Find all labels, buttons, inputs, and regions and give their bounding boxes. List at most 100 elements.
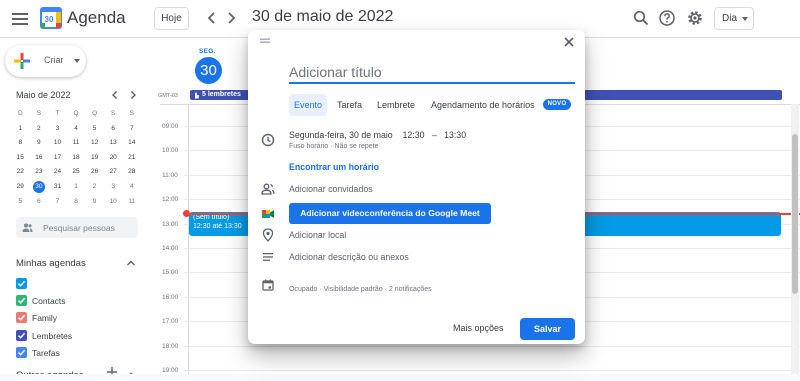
date-time-row[interactable]: Segunda-feira, 30 de maio 12:30 – 13:30 [289, 130, 466, 140]
mini-calendar-day[interactable]: 1 [11, 122, 30, 137]
event-date[interactable]: Segunda-feira, 30 de maio [289, 130, 393, 140]
mini-calendar-day[interactable]: 8 [11, 136, 30, 151]
event-status-summary[interactable]: Ocupado · Visibilidade padrão · 2 notifi… [289, 286, 432, 293]
timezone-link[interactable]: Fuso horário [289, 143, 328, 150]
create-button[interactable]: Criar [5, 45, 86, 77]
hour-label: 17:00 [162, 318, 179, 326]
day-number: 11 [72, 139, 80, 147]
mini-calendar-day[interactable]: 1 [67, 180, 86, 195]
add-google-meet-button[interactable]: Adicionar videoconferência do Google Mee… [289, 203, 491, 224]
hour-label: 15:00 [162, 269, 179, 277]
mini-calendar-day[interactable]: 14 [122, 136, 141, 151]
mini-calendar-day[interactable]: 7 [48, 195, 67, 210]
mini-calendar-day[interactable]: 4 [67, 122, 86, 137]
hour-gridline [184, 370, 800, 371]
mini-calendar-day[interactable]: 10 [104, 195, 123, 210]
mini-calendar-day[interactable]: 23 [30, 165, 49, 180]
calendar-checkbox[interactable] [16, 312, 27, 324]
mini-calendar-day[interactable]: 6 [104, 122, 123, 137]
mini-calendar-day[interactable]: 4 [122, 180, 141, 195]
add-description-field[interactable]: Adicionar descrição ou anexos [289, 252, 409, 262]
mini-calendar-day[interactable]: 12 [85, 136, 104, 151]
mini-calendar-week-row: 15 16 17 18 19 20 21 [11, 151, 141, 166]
more-options-button[interactable]: Mais opções [453, 323, 504, 333]
mini-calendar-week-row: 5 6 7 8 9 10 11 [11, 195, 141, 210]
mini-calendar-day[interactable]: 29 [11, 180, 30, 195]
main-scrollbar[interactable] [791, 104, 799, 381]
mini-calendar-day[interactable]: 9 [30, 136, 49, 151]
save-button[interactable]: Salvar [520, 318, 575, 340]
tab-reminder[interactable]: Lembrete [377, 94, 415, 116]
day-number-badge[interactable]: 30 [195, 57, 222, 84]
mini-calendar-day[interactable]: 3 [104, 180, 123, 195]
mini-calendar-day[interactable]: 3 [48, 122, 67, 137]
mini-calendar-day[interactable]: 13 [104, 136, 123, 151]
mini-calendar-day[interactable]: 28 [122, 165, 141, 180]
search-icon[interactable] [632, 9, 650, 27]
main-menu-icon[interactable] [10, 10, 30, 28]
help-icon[interactable] [658, 9, 676, 27]
event-title-input[interactable] [289, 62, 575, 84]
event-end-time[interactable]: 13:30 [444, 130, 466, 140]
mini-calendar-day[interactable]: 15 [11, 151, 30, 166]
event-start-time[interactable]: 12:30 [402, 130, 424, 140]
mini-calendar-week-row: 22 23 24 25 26 27 28 [11, 165, 141, 180]
day-number: 30 [32, 180, 45, 193]
mini-calendar-day[interactable]: 18 [67, 151, 86, 166]
mini-calendar-day[interactable]: 7 [122, 122, 141, 137]
mini-calendar-day[interactable]: 5 [85, 122, 104, 137]
mini-calendar-day[interactable]: 27 [104, 165, 123, 180]
day-number: 17 [53, 153, 62, 161]
collapse-chevron-up-icon[interactable] [126, 258, 136, 268]
add-guests-field[interactable]: Adicionar convidados [289, 184, 373, 194]
calendar-checkbox[interactable] [16, 346, 27, 358]
today-button[interactable]: Hoje [154, 7, 189, 30]
add-location-field[interactable]: Adicionar local [289, 230, 346, 240]
calendar-checkbox[interactable] [16, 278, 27, 289]
mini-calendar-day[interactable]: 6 [30, 195, 49, 210]
mini-calendar-day[interactable]: 22 [11, 165, 30, 180]
mini-calendar-day[interactable]: 25 [67, 165, 86, 180]
day-number: 4 [129, 182, 134, 190]
repeat-setting[interactable]: Não se repete [335, 143, 379, 150]
mini-calendar-next-icon[interactable] [128, 90, 138, 100]
mini-calendar-day[interactable]: 2 [30, 122, 49, 137]
mini-calendar-day[interactable]: 11 [67, 136, 86, 151]
settings-gear-icon[interactable] [686, 9, 704, 27]
mini-calendar-day[interactable]: 19 [85, 151, 104, 166]
find-time-link[interactable]: Encontrar um horário [289, 162, 379, 172]
mini-calendar-day[interactable]: 11 [122, 195, 141, 210]
view-selector[interactable]: Dia [714, 7, 754, 30]
mini-calendar-day[interactable]: 16 [30, 151, 49, 166]
mini-calendar-day[interactable]: 17 [48, 151, 67, 166]
tab-task[interactable]: Tarefa [337, 94, 362, 116]
calendar-checkbox[interactable] [16, 329, 27, 341]
mini-calendar-day[interactable]: 8 [67, 195, 86, 210]
tab-event[interactable]: Evento [289, 94, 328, 116]
tab-appointment-scheduling[interactable]: Agendamento de horários [431, 94, 535, 116]
mini-calendar-day[interactable]: 5 [11, 195, 30, 210]
mini-calendar-prev-icon[interactable] [110, 90, 120, 100]
day-number: 11 [128, 197, 136, 205]
mini-calendar-day[interactable]: 24 [48, 165, 67, 180]
hour-label: 09:00 [162, 123, 179, 130]
mini-calendar-day[interactable]: 2 [85, 180, 104, 195]
day-number: 8 [74, 197, 78, 205]
mini-calendar-day[interactable]: 9 [85, 195, 104, 210]
mini-calendar-selected-day[interactable]: 30 [30, 180, 49, 195]
day-number: 7 [55, 197, 60, 205]
previous-day-icon[interactable] [204, 10, 220, 26]
mini-calendar-day[interactable]: 31 [48, 180, 67, 195]
mini-calendar-day[interactable]: 10 [48, 136, 67, 151]
close-icon[interactable] [563, 36, 575, 48]
mini-calendar-day[interactable]: 26 [85, 165, 104, 180]
scrollbar-thumb[interactable] [792, 134, 798, 294]
calendar-status-icon [261, 278, 275, 292]
mini-calendar-day[interactable]: 21 [122, 151, 141, 166]
people-search-field[interactable]: Pesquisar pessoas [16, 217, 138, 238]
drag-handle-icon[interactable] [260, 38, 270, 44]
day-number: 5 [92, 124, 97, 132]
mini-calendar-day[interactable]: 20 [104, 151, 123, 166]
next-day-icon[interactable] [223, 10, 239, 26]
calendar-checkbox[interactable] [16, 295, 27, 307]
